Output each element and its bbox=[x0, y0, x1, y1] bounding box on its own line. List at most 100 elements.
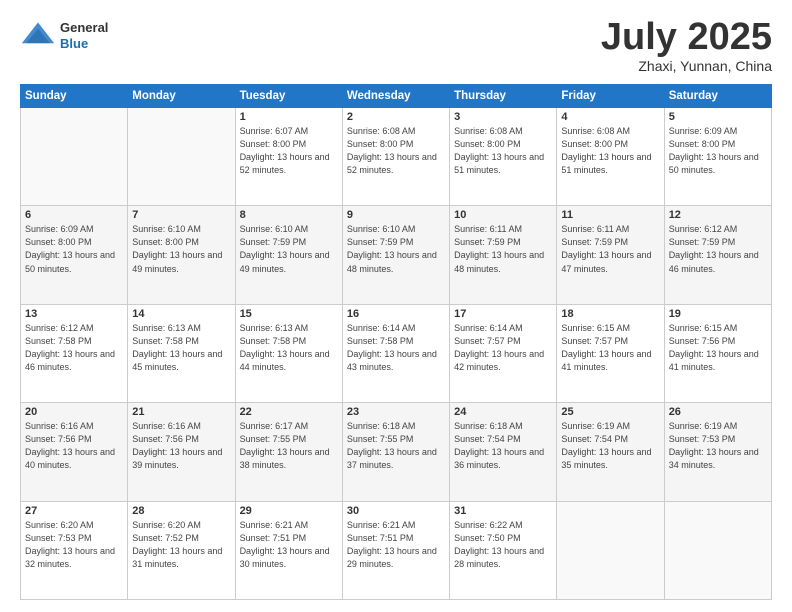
table-row: 20 Sunrise: 6:16 AMSunset: 7:56 PMDayligh… bbox=[21, 403, 128, 501]
table-row: 19 Sunrise: 6:15 AMSunset: 7:56 PMDayligh… bbox=[664, 304, 771, 402]
table-row: 12 Sunrise: 6:12 AMSunset: 7:59 PMDayligh… bbox=[664, 206, 771, 304]
table-row: 29 Sunrise: 6:21 AMSunset: 7:51 PMDayligh… bbox=[235, 501, 342, 599]
day-info: Sunrise: 6:14 AMSunset: 7:57 PMDaylight:… bbox=[454, 322, 552, 374]
table-row: 30 Sunrise: 6:21 AMSunset: 7:51 PMDayligh… bbox=[342, 501, 449, 599]
day-info: Sunrise: 6:09 AMSunset: 8:00 PMDaylight:… bbox=[25, 223, 123, 275]
table-row: 11Sunrise: 6:11 AMSunset: 7:59 PMDayligh… bbox=[557, 206, 664, 304]
page: General Blue July 2025 Zhaxi, Yunnan, Ch… bbox=[0, 0, 792, 612]
day-number: 6 bbox=[25, 209, 123, 221]
day-number: 2 bbox=[347, 111, 445, 123]
day-info: Sunrise: 6:09 AMSunset: 8:00 PMDaylight:… bbox=[669, 125, 767, 177]
day-info: Sunrise: 6:08 AMSunset: 8:00 PMDaylight:… bbox=[347, 125, 445, 177]
day-info: Sunrise: 6:10 AMSunset: 8:00 PMDaylight:… bbox=[132, 223, 230, 275]
table-row bbox=[557, 501, 664, 599]
table-row: 27Sunrise: 6:20 AMSunset: 7:53 PMDayligh… bbox=[21, 501, 128, 599]
day-number: 25 bbox=[561, 406, 659, 418]
day-number: 9 bbox=[347, 209, 445, 221]
logo-general-text: General bbox=[60, 20, 108, 36]
day-info: Sunrise: 6:19 AMSunset: 7:54 PMDaylight:… bbox=[561, 420, 659, 472]
table-row: 8 Sunrise: 6:10 AMSunset: 7:59 PMDaylight… bbox=[235, 206, 342, 304]
table-row bbox=[128, 108, 235, 206]
day-number: 17 bbox=[454, 308, 552, 320]
col-sunday: Sunday bbox=[21, 85, 128, 108]
table-row: 16 Sunrise: 6:14 AMSunset: 7:58 PMDayligh… bbox=[342, 304, 449, 402]
day-number: 12 bbox=[669, 209, 767, 221]
table-row: 22Sunrise: 6:17 AMSunset: 7:55 PMDayligh… bbox=[235, 403, 342, 501]
day-info: Sunrise: 6:21 AMSunset: 7:51 PMDaylight:… bbox=[347, 519, 445, 571]
table-row: 7Sunrise: 6:10 AMSunset: 8:00 PMDaylight… bbox=[128, 206, 235, 304]
day-info: Sunrise: 6:10 AMSunset: 7:59 PMDaylight:… bbox=[240, 223, 338, 275]
day-info: Sunrise: 6:18 AMSunset: 7:55 PMDaylight:… bbox=[347, 420, 445, 472]
col-tuesday: Tuesday bbox=[235, 85, 342, 108]
day-number: 29 bbox=[240, 505, 338, 517]
table-row bbox=[664, 501, 771, 599]
day-number: 14 bbox=[132, 308, 230, 320]
day-number: 5 bbox=[669, 111, 767, 123]
table-row: 26Sunrise: 6:19 AMSunset: 7:53 PMDayligh… bbox=[664, 403, 771, 501]
calendar-header-row: Sunday Monday Tuesday Wednesday Thursday… bbox=[21, 85, 772, 108]
day-number: 15 bbox=[240, 308, 338, 320]
table-row: 5 Sunrise: 6:09 AMSunset: 8:00 PMDaylight… bbox=[664, 108, 771, 206]
title-location: Zhaxi, Yunnan, China bbox=[601, 58, 772, 74]
table-row: 1Sunrise: 6:07 AMSunset: 8:00 PMDaylight… bbox=[235, 108, 342, 206]
day-info: Sunrise: 6:13 AMSunset: 7:58 PMDaylight:… bbox=[240, 322, 338, 374]
day-number: 11 bbox=[561, 209, 659, 221]
day-info: Sunrise: 6:20 AMSunset: 7:52 PMDaylight:… bbox=[132, 519, 230, 571]
day-number: 10 bbox=[454, 209, 552, 221]
title-month: July 2025 bbox=[601, 18, 772, 56]
day-info: Sunrise: 6:15 AMSunset: 7:56 PMDaylight:… bbox=[669, 322, 767, 374]
day-info: Sunrise: 6:16 AMSunset: 7:56 PMDaylight:… bbox=[132, 420, 230, 472]
day-info: Sunrise: 6:08 AMSunset: 8:00 PMDaylight:… bbox=[561, 125, 659, 177]
table-row: 17 Sunrise: 6:14 AMSunset: 7:57 PMDayligh… bbox=[450, 304, 557, 402]
logo: General Blue bbox=[20, 18, 108, 54]
calendar-week-row: 27Sunrise: 6:20 AMSunset: 7:53 PMDayligh… bbox=[21, 501, 772, 599]
logo-blue-text: Blue bbox=[60, 36, 108, 52]
calendar-table: Sunday Monday Tuesday Wednesday Thursday… bbox=[20, 84, 772, 600]
table-row: 4Sunrise: 6:08 AMSunset: 8:00 PMDaylight… bbox=[557, 108, 664, 206]
calendar-week-row: 1Sunrise: 6:07 AMSunset: 8:00 PMDaylight… bbox=[21, 108, 772, 206]
day-number: 3 bbox=[454, 111, 552, 123]
day-number: 30 bbox=[347, 505, 445, 517]
day-info: Sunrise: 6:07 AMSunset: 8:00 PMDaylight:… bbox=[240, 125, 338, 177]
day-number: 16 bbox=[347, 308, 445, 320]
header: General Blue July 2025 Zhaxi, Yunnan, Ch… bbox=[20, 18, 772, 74]
title-block: July 2025 Zhaxi, Yunnan, China bbox=[601, 18, 772, 74]
table-row: 23 Sunrise: 6:18 AMSunset: 7:55 PMDayligh… bbox=[342, 403, 449, 501]
col-friday: Friday bbox=[557, 85, 664, 108]
calendar-week-row: 20 Sunrise: 6:16 AMSunset: 7:56 PMDayligh… bbox=[21, 403, 772, 501]
day-number: 31 bbox=[454, 505, 552, 517]
day-number: 23 bbox=[347, 406, 445, 418]
day-number: 24 bbox=[454, 406, 552, 418]
table-row: 2 Sunrise: 6:08 AMSunset: 8:00 PMDaylight… bbox=[342, 108, 449, 206]
col-thursday: Thursday bbox=[450, 85, 557, 108]
day-info: Sunrise: 6:13 AMSunset: 7:58 PMDaylight:… bbox=[132, 322, 230, 374]
calendar-week-row: 6 Sunrise: 6:09 AMSunset: 8:00 PMDaylight… bbox=[21, 206, 772, 304]
table-row: 9Sunrise: 6:10 AMSunset: 7:59 PMDaylight… bbox=[342, 206, 449, 304]
table-row: 25 Sunrise: 6:19 AMSunset: 7:54 PMDayligh… bbox=[557, 403, 664, 501]
day-info: Sunrise: 6:21 AMSunset: 7:51 PMDaylight:… bbox=[240, 519, 338, 571]
table-row: 18Sunrise: 6:15 AMSunset: 7:57 PMDayligh… bbox=[557, 304, 664, 402]
day-number: 20 bbox=[25, 406, 123, 418]
day-info: Sunrise: 6:16 AMSunset: 7:56 PMDaylight:… bbox=[25, 420, 123, 472]
day-info: Sunrise: 6:17 AMSunset: 7:55 PMDaylight:… bbox=[240, 420, 338, 472]
table-row: 24 Sunrise: 6:18 AMSunset: 7:54 PMDayligh… bbox=[450, 403, 557, 501]
table-row: 10Sunrise: 6:11 AMSunset: 7:59 PMDayligh… bbox=[450, 206, 557, 304]
col-saturday: Saturday bbox=[664, 85, 771, 108]
day-info: Sunrise: 6:14 AMSunset: 7:58 PMDaylight:… bbox=[347, 322, 445, 374]
col-wednesday: Wednesday bbox=[342, 85, 449, 108]
day-number: 18 bbox=[561, 308, 659, 320]
table-row bbox=[21, 108, 128, 206]
day-info: Sunrise: 6:12 AMSunset: 7:59 PMDaylight:… bbox=[669, 223, 767, 275]
day-number: 8 bbox=[240, 209, 338, 221]
day-info: Sunrise: 6:19 AMSunset: 7:53 PMDaylight:… bbox=[669, 420, 767, 472]
day-number: 21 bbox=[132, 406, 230, 418]
table-row: 15 Sunrise: 6:13 AMSunset: 7:58 PMDayligh… bbox=[235, 304, 342, 402]
day-info: Sunrise: 6:08 AMSunset: 8:00 PMDaylight:… bbox=[454, 125, 552, 177]
calendar-week-row: 13Sunrise: 6:12 AMSunset: 7:58 PMDayligh… bbox=[21, 304, 772, 402]
day-info: Sunrise: 6:20 AMSunset: 7:53 PMDaylight:… bbox=[25, 519, 123, 571]
table-row: 14 Sunrise: 6:13 AMSunset: 7:58 PMDayligh… bbox=[128, 304, 235, 402]
table-row: 31Sunrise: 6:22 AMSunset: 7:50 PMDayligh… bbox=[450, 501, 557, 599]
day-number: 13 bbox=[25, 308, 123, 320]
day-info: Sunrise: 6:18 AMSunset: 7:54 PMDaylight:… bbox=[454, 420, 552, 472]
day-number: 19 bbox=[669, 308, 767, 320]
